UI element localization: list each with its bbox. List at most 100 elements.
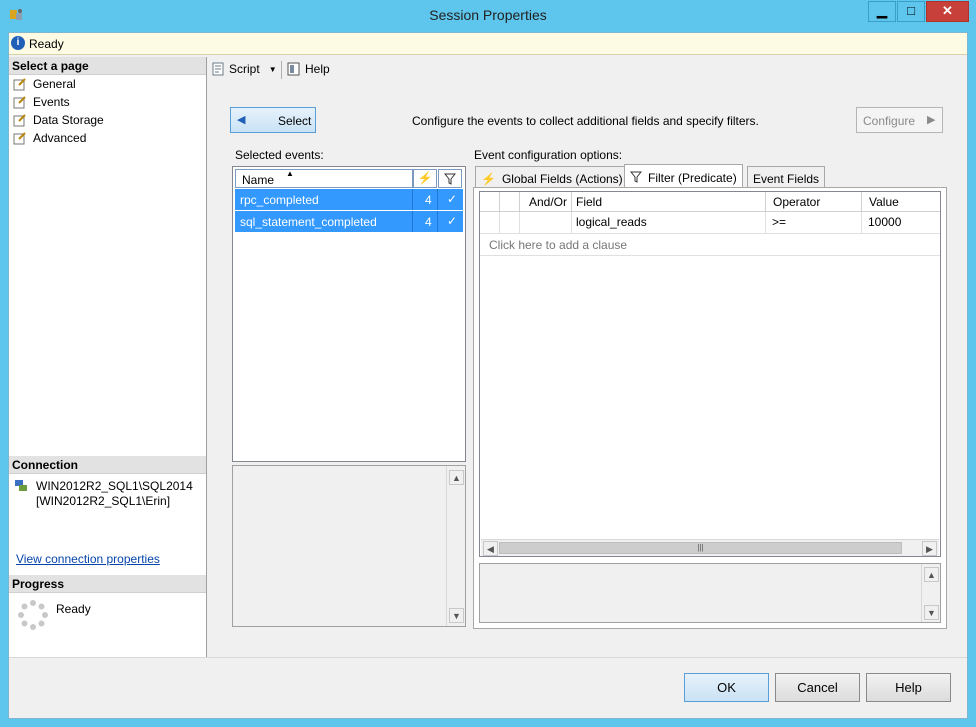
configure-button[interactable]: Configure ▶ [856, 107, 943, 133]
select-label: Select [278, 114, 312, 128]
progress-status: Ready [56, 602, 91, 616]
grid-header-selector [480, 192, 500, 212]
checkmark-icon: ✓ [447, 192, 458, 206]
filter-grid[interactable]: And/Or Field Operator Value logical_read… [479, 191, 941, 557]
wrench-page-icon [13, 77, 27, 91]
window-title: Session Properties [429, 7, 547, 23]
event-name: sql_statement_completed [240, 215, 377, 229]
page-data-storage[interactable]: Data Storage [9, 111, 206, 129]
cell-operator[interactable]: >= [766, 212, 862, 234]
events-header-name[interactable]: Name ▲ [235, 169, 413, 188]
chevron-right-icon: ▶ [927, 114, 936, 126]
help-button[interactable]: Help [287, 62, 330, 76]
info-icon: i [11, 36, 25, 50]
tab-event-fields[interactable]: Event Fields [747, 166, 826, 187]
wrench-page-icon [13, 113, 27, 127]
row-blank [500, 212, 520, 234]
toolbar: Script ▼ Help [208, 58, 967, 82]
minimize-button[interactable]: ▁ [868, 1, 896, 22]
wrench-page-icon [13, 131, 27, 145]
close-button[interactable]: ✕ [926, 1, 969, 22]
progress-spinner-icon [17, 599, 49, 631]
script-button[interactable]: Script ▼ [211, 62, 277, 76]
connection-user: [WIN2012R2_SQL1\Erin] [36, 494, 171, 508]
wrench-page-icon [13, 95, 27, 109]
lightning-icon: ⚡ [417, 171, 433, 185]
page-general[interactable]: General [9, 75, 206, 93]
cell-divider [437, 189, 438, 210]
selected-events-list[interactable]: Name ▲ ⚡ rpc_completed 4 ✓ sql_statement… [232, 166, 466, 462]
help-dialog-button[interactable]: Help [866, 673, 951, 702]
help-label: Help [305, 62, 330, 76]
maximize-button[interactable]: □ [897, 1, 925, 22]
script-label: Script [229, 62, 260, 76]
progress-header: Progress [9, 575, 206, 593]
ok-button[interactable]: OK [684, 673, 769, 702]
grid-header-blank [500, 192, 520, 212]
tab-global-fields[interactable]: ⚡ Global Fields (Actions) [475, 166, 629, 187]
row-selector[interactable] [480, 212, 500, 234]
cell-value[interactable]: 10000 [862, 212, 940, 234]
tab-label: Event Fields [753, 171, 820, 186]
selected-events-label: Selected events: [235, 148, 324, 162]
left-pane: Select a page General Events Data Storag… [9, 57, 207, 657]
event-description-box: ▲ ▼ [232, 465, 466, 627]
column-name-label: Name [242, 173, 275, 187]
tab-filter-predicate[interactable]: Filter (Predicate) [624, 164, 743, 188]
configure-label: Configure [863, 114, 916, 128]
horizontal-scrollbar[interactable]: ◀ ||| ▶ [481, 539, 939, 556]
tab-label: Global Fields (Actions) [501, 171, 623, 186]
grid-header-andor[interactable]: And/Or [520, 192, 572, 212]
connection-header: Connection [9, 456, 206, 474]
script-icon [211, 62, 225, 76]
tab-label: Filter (Predicate) [648, 171, 737, 185]
toolbar-divider [281, 61, 282, 79]
lightning-icon: ⚡ [481, 171, 496, 186]
filter-icon [629, 171, 643, 186]
select-button[interactable]: ◀ Select [230, 107, 316, 133]
predicate-description-box: ▲ ▼ [479, 563, 941, 623]
cell-andor[interactable] [520, 212, 572, 234]
help-icon [287, 62, 301, 76]
events-header-filter[interactable] [438, 169, 462, 188]
scroll-down-icon[interactable]: ▼ [449, 608, 464, 623]
grid-header-field[interactable]: Field [572, 192, 766, 212]
page-advanced[interactable]: Advanced [9, 129, 206, 147]
event-name: rpc_completed [240, 193, 319, 207]
vertical-scrollbar[interactable]: ▲ ▼ [921, 564, 940, 622]
events-header-count[interactable]: ⚡ [413, 169, 437, 188]
vertical-scrollbar[interactable]: ▲ ▼ [446, 466, 465, 626]
chevron-left-icon: ◀ [237, 114, 246, 126]
scroll-left-icon[interactable]: ◀ [483, 541, 498, 556]
server-icon [14, 479, 28, 493]
event-config-label: Event configuration options: [474, 148, 623, 162]
list-item[interactable]: rpc_completed 4 ✓ [235, 189, 463, 210]
filter-icon [443, 173, 457, 188]
scroll-thumb[interactable]: ||| [499, 542, 902, 554]
page-label: Events [33, 95, 70, 109]
cell-divider [412, 211, 413, 232]
grid-header-operator[interactable]: Operator [766, 192, 862, 212]
event-count: 4 [425, 193, 432, 207]
scroll-up-icon[interactable]: ▲ [924, 567, 939, 582]
scroll-down-icon[interactable]: ▼ [924, 605, 939, 620]
cancel-button[interactable]: Cancel [775, 673, 860, 702]
grid-header-value[interactable]: Value [862, 192, 940, 212]
connection-server: WIN2012R2_SQL1\SQL2014 [36, 479, 193, 493]
chevron-down-icon: ▼ [268, 64, 277, 74]
cell-divider [437, 211, 438, 232]
add-clause-row[interactable]: Click here to add a clause [480, 234, 940, 256]
page-events[interactable]: Events [9, 93, 206, 111]
event-count: 4 [425, 215, 432, 229]
scroll-right-icon[interactable]: ▶ [922, 541, 937, 556]
cell-divider [412, 189, 413, 210]
checkmark-icon: ✓ [447, 214, 458, 228]
page-label: Data Storage [33, 113, 104, 127]
view-connection-properties-link[interactable]: View connection properties [16, 552, 160, 566]
list-item[interactable]: sql_statement_completed 4 ✓ [235, 211, 463, 232]
cell-field[interactable]: logical_reads [572, 212, 766, 234]
select-page-header: Select a page [9, 57, 206, 75]
status-bar: i Ready [9, 33, 967, 55]
status-text: Ready [29, 37, 64, 51]
scroll-up-icon[interactable]: ▲ [449, 470, 464, 485]
